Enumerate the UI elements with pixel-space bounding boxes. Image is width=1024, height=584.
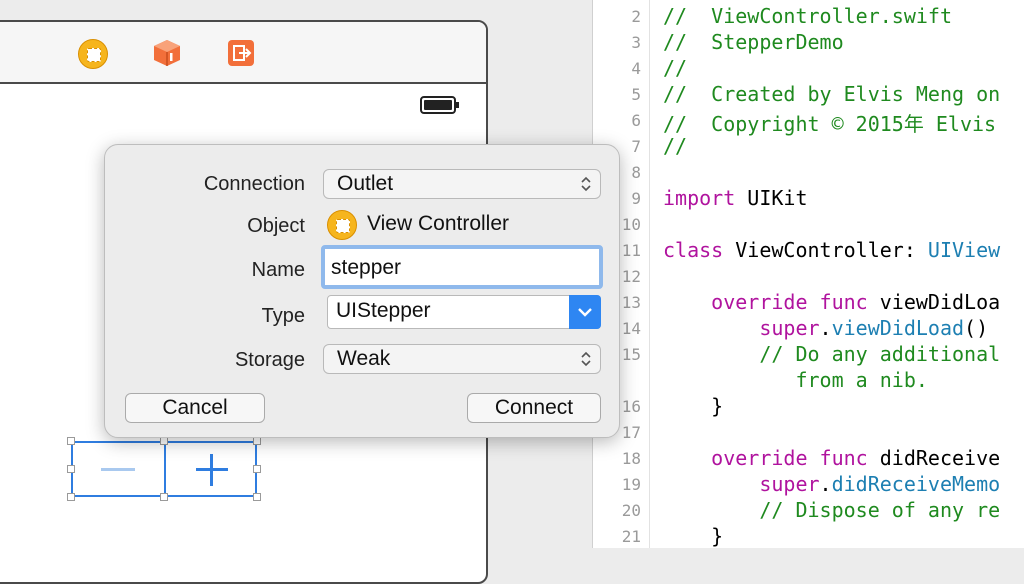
storage-label: Storage	[234, 349, 305, 371]
code-line[interactable]: override func viewDidLoa	[663, 290, 1000, 314]
resize-handle[interactable]	[67, 437, 75, 445]
code-line[interactable]: // StepperDemo	[663, 30, 844, 54]
resize-handle[interactable]	[253, 493, 261, 501]
line-number: 20	[621, 501, 641, 520]
stepper-control[interactable]	[71, 441, 257, 497]
connection-popup[interactable]: Outlet	[323, 169, 601, 199]
plus-icon-vertical[interactable]	[210, 454, 213, 486]
battery-icon	[420, 96, 459, 114]
name-input[interactable]	[331, 253, 589, 283]
chevron-down-icon	[578, 308, 592, 317]
code-line[interactable]: // Dispose of any re	[663, 498, 1000, 522]
line-number: 2	[631, 7, 641, 26]
first-responder-icon[interactable]	[152, 38, 182, 68]
chevron-updown-icon	[581, 176, 591, 192]
line-number: 21	[621, 527, 641, 546]
code-line[interactable]: // Copyright © 2015年 Elvis	[663, 108, 996, 137]
storage-value: Weak	[337, 347, 391, 370]
code-line[interactable]: }	[663, 394, 723, 418]
object-label: Object	[247, 215, 305, 237]
type-value[interactable]: UIStepper	[336, 299, 431, 323]
code-line[interactable]: //	[663, 56, 687, 80]
code-line[interactable]: class ViewController: UIView	[663, 238, 1000, 262]
code-line[interactable]: // ViewController.swift	[663, 4, 952, 28]
resize-handle[interactable]	[67, 493, 75, 501]
chevron-updown-icon	[581, 351, 591, 367]
resize-handle[interactable]	[67, 465, 75, 473]
storage-popup[interactable]: Weak	[323, 344, 601, 374]
minus-icon[interactable]	[101, 468, 135, 471]
object-value: View Controller	[327, 209, 607, 241]
resize-handle[interactable]	[253, 437, 261, 445]
type-label: Type	[261, 305, 305, 327]
code-line[interactable]: }	[663, 524, 723, 548]
resize-handle[interactable]	[253, 465, 261, 473]
exit-icon[interactable]	[228, 40, 254, 66]
object-value-text: View Controller	[367, 212, 510, 235]
resize-handle[interactable]	[160, 493, 168, 501]
view-controller-icon[interactable]	[78, 39, 108, 69]
code-line[interactable]: // Created by Elvis Meng on	[663, 82, 1000, 106]
line-number: 18	[621, 449, 641, 468]
connect-button[interactable]: Connect	[467, 393, 601, 423]
connection-popover: Connection Outlet Object View Controller…	[104, 144, 620, 438]
line-number: 19	[621, 475, 641, 494]
line-number: 6	[631, 111, 641, 130]
code-line[interactable]: from a nib.	[663, 368, 927, 392]
connection-value: Outlet	[337, 172, 394, 195]
code-line[interactable]: // Do any additional	[663, 342, 1000, 366]
type-dropdown-button[interactable]	[569, 295, 601, 329]
code-line[interactable]: super.viewDidLoad()	[663, 316, 988, 340]
scene-dock	[0, 22, 486, 84]
line-number: 5	[631, 85, 641, 104]
code-line[interactable]: import UIKit	[663, 186, 808, 210]
type-combobox[interactable]: UIStepper	[327, 295, 601, 329]
stepper-divider	[164, 443, 166, 495]
connection-label: Connection	[203, 173, 305, 195]
cancel-button[interactable]: Cancel	[125, 393, 265, 423]
resize-handle[interactable]	[160, 437, 168, 445]
code-line[interactable]: //	[663, 134, 687, 158]
line-number: 4	[631, 59, 641, 78]
code-editor[interactable]: 2 3 4 5 6 7 8 9 10 11 12 13 14 15 16 17 18 19 20 21 // View…	[592, 0, 1024, 548]
line-number: 3	[631, 33, 641, 52]
name-field[interactable]	[321, 245, 603, 289]
code-line[interactable]: super.didReceiveMemo	[663, 472, 1000, 496]
code-line[interactable]: override func didReceive	[663, 446, 1000, 470]
view-controller-icon	[327, 210, 357, 240]
name-label: Name	[251, 259, 305, 281]
